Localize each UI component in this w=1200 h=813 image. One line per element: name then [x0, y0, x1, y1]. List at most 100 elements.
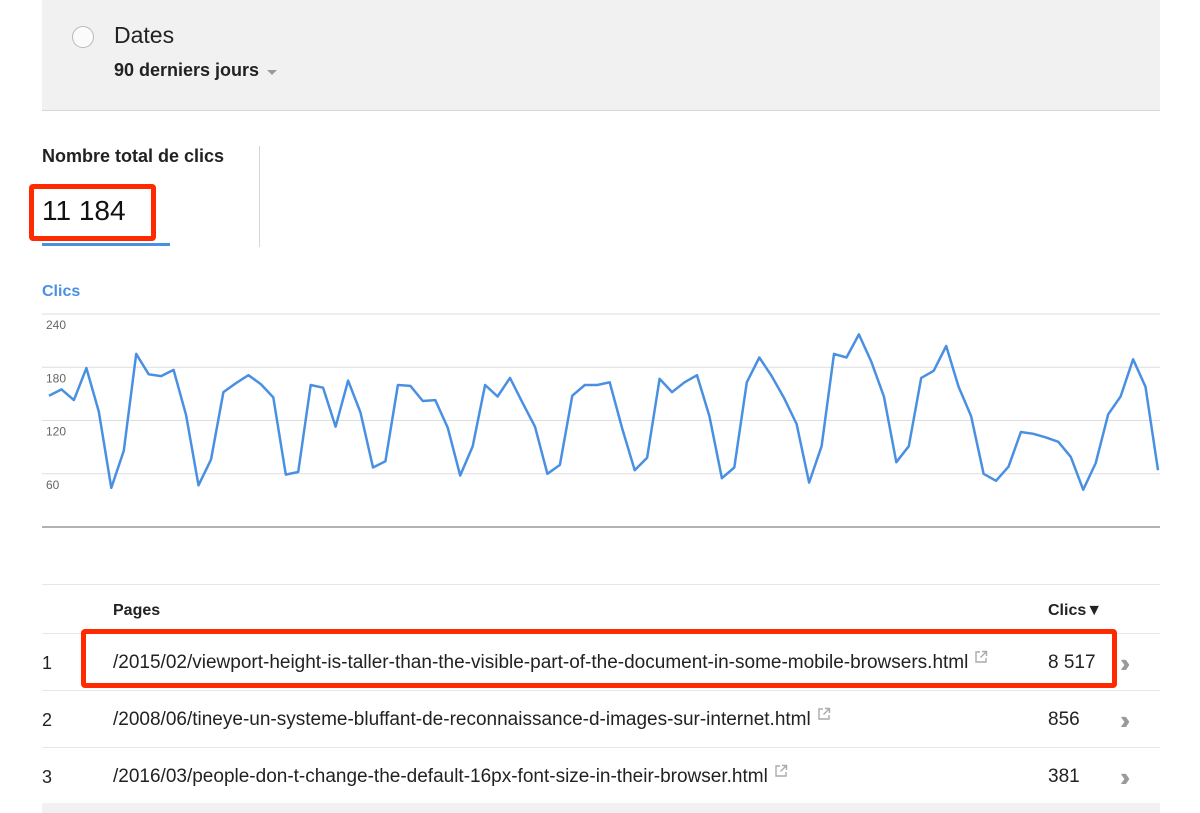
data-point[interactable] — [604, 376, 616, 388]
data-point[interactable] — [1090, 457, 1102, 469]
data-point[interactable] — [878, 391, 890, 403]
data-point[interactable] — [953, 381, 965, 393]
table-row[interactable]: 1 /2015/02/viewport-height-is-taller-tha… — [42, 634, 1160, 691]
data-point[interactable] — [43, 390, 55, 402]
data-point[interactable] — [143, 368, 155, 380]
data-point[interactable] — [242, 369, 254, 381]
data-point[interactable] — [940, 340, 952, 352]
data-point[interactable] — [978, 468, 990, 480]
data-point[interactable] — [541, 468, 553, 480]
double-chevron-right-icon[interactable]: ›› — [1120, 705, 1131, 736]
page-url-link[interactable]: /2008/06/tineye-un-systeme-bluffant-de-r… — [113, 709, 811, 731]
data-point[interactable] — [1102, 408, 1114, 420]
data-point[interactable] — [379, 455, 391, 467]
data-point[interactable] — [990, 475, 1002, 487]
table-row[interactable]: 3 /2016/03/people-don-t-change-the-defau… — [42, 748, 1160, 805]
data-point[interactable] — [853, 328, 865, 340]
data-point[interactable] — [155, 370, 167, 382]
data-point[interactable] — [1152, 464, 1160, 476]
data-point[interactable] — [741, 376, 753, 388]
data-point[interactable] — [454, 470, 466, 482]
external-link-icon[interactable] — [974, 650, 988, 669]
data-point[interactable] — [566, 390, 578, 402]
data-point[interactable] — [828, 348, 840, 360]
data-point[interactable] — [890, 456, 902, 468]
data-point[interactable] — [654, 373, 666, 385]
data-point[interactable] — [93, 406, 105, 418]
date-range-dropdown[interactable]: 90 derniers jours — [114, 60, 278, 81]
data-point[interactable] — [255, 378, 267, 390]
data-point[interactable] — [267, 391, 279, 403]
data-point[interactable] — [865, 356, 877, 368]
data-point[interactable] — [355, 407, 367, 419]
external-link-icon[interactable] — [774, 764, 788, 783]
data-point[interactable] — [1015, 426, 1027, 438]
data-point[interactable] — [915, 372, 927, 384]
data-point[interactable] — [679, 376, 691, 388]
data-point[interactable] — [404, 380, 416, 392]
data-point[interactable] — [130, 348, 142, 360]
data-point[interactable] — [816, 440, 828, 452]
data-point[interactable] — [928, 365, 940, 377]
data-point[interactable] — [716, 472, 728, 484]
data-point[interactable] — [766, 370, 778, 382]
data-point[interactable] — [579, 379, 591, 391]
data-point[interactable] — [280, 469, 292, 481]
data-point[interactable] — [56, 383, 68, 395]
dates-radio-button[interactable] — [72, 26, 94, 48]
table-row[interactable]: 2 /2008/06/tineye-un-systeme-bluffant-de… — [42, 691, 1160, 748]
data-point[interactable] — [529, 421, 541, 433]
data-point[interactable] — [392, 379, 404, 391]
data-point[interactable] — [666, 386, 678, 398]
data-point[interactable] — [691, 369, 703, 381]
data-point[interactable] — [205, 454, 217, 466]
data-point[interactable] — [1065, 451, 1077, 463]
data-point[interactable] — [305, 379, 317, 391]
data-point[interactable] — [417, 395, 429, 407]
double-chevron-right-icon[interactable]: ›› — [1120, 648, 1131, 679]
data-point[interactable] — [1115, 391, 1127, 403]
data-point[interactable] — [217, 386, 229, 398]
data-point[interactable] — [965, 410, 977, 422]
data-point[interactable] — [180, 409, 192, 421]
data-point[interactable] — [467, 440, 479, 452]
data-point[interactable] — [629, 464, 641, 476]
data-point[interactable] — [504, 372, 516, 384]
data-point[interactable] — [105, 482, 117, 494]
page-url-link[interactable]: /2015/02/viewport-height-is-taller-than-… — [113, 652, 968, 674]
page-url-link[interactable]: /2016/03/people-don-t-change-the-default… — [113, 766, 768, 788]
data-point[interactable] — [230, 377, 242, 389]
data-point[interactable] — [1127, 353, 1139, 365]
data-point[interactable] — [317, 382, 329, 394]
data-point[interactable] — [903, 440, 915, 452]
data-point[interactable] — [330, 421, 342, 433]
data-point[interactable] — [616, 423, 628, 435]
data-point[interactable] — [168, 364, 180, 376]
data-point[interactable] — [479, 379, 491, 391]
data-point[interactable] — [791, 418, 803, 430]
double-chevron-right-icon[interactable]: ›› — [1120, 762, 1131, 793]
data-point[interactable] — [803, 477, 815, 489]
data-point[interactable] — [1040, 431, 1052, 443]
data-point[interactable] — [1140, 381, 1152, 393]
data-point[interactable] — [753, 352, 765, 364]
data-point[interactable] — [1052, 436, 1064, 448]
data-point[interactable] — [517, 397, 529, 409]
total-clicks-metric[interactable]: Nombre total de clics 11 184 — [42, 146, 260, 247]
data-point[interactable] — [591, 379, 603, 391]
data-point[interactable] — [80, 362, 92, 374]
data-point[interactable] — [841, 352, 853, 364]
data-point[interactable] — [342, 375, 354, 387]
data-point[interactable] — [429, 394, 441, 406]
data-point[interactable] — [554, 459, 566, 471]
data-point[interactable] — [728, 462, 740, 474]
data-point[interactable] — [442, 422, 454, 434]
data-point[interactable] — [68, 394, 80, 406]
data-point[interactable] — [641, 452, 653, 464]
data-point[interactable] — [703, 410, 715, 422]
data-point[interactable] — [778, 392, 790, 404]
data-point[interactable] — [367, 462, 379, 474]
column-header-clics[interactable]: Clics▼ — [1048, 602, 1102, 620]
data-point[interactable] — [292, 466, 304, 478]
data-point[interactable] — [1003, 461, 1015, 473]
